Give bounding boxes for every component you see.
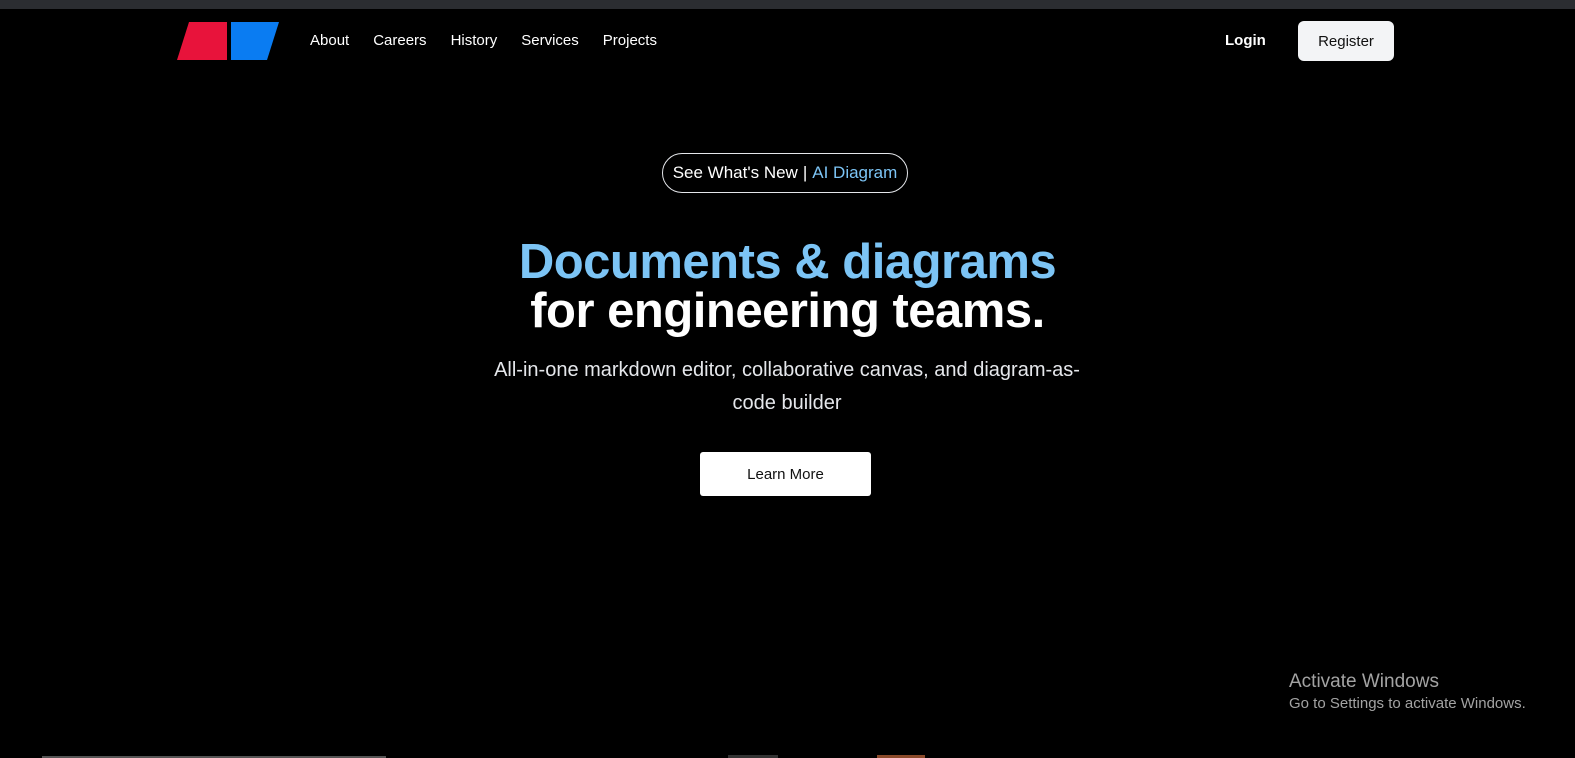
activate-windows-watermark: Activate Windows Go to Settings to activ… bbox=[1289, 670, 1526, 714]
primary-nav: About Careers History Services Projects bbox=[310, 31, 681, 51]
nav-link-careers[interactable]: Careers bbox=[373, 31, 426, 51]
headline-line-2: for engineering teams. bbox=[530, 284, 1045, 338]
nav-link-about[interactable]: About bbox=[310, 31, 349, 51]
nav-link-services[interactable]: Services bbox=[521, 31, 579, 51]
learn-more-button[interactable]: Learn More bbox=[700, 452, 871, 496]
hero-subtitle: All-in-one markdown editor, collaborativ… bbox=[494, 359, 1080, 414]
headline-line-1: Documents & diagrams bbox=[518, 235, 1057, 289]
ai-diagram-label: AI Diagram bbox=[812, 163, 898, 182]
activate-windows-subtitle: Go to Settings to activate Windows. bbox=[1289, 695, 1526, 712]
brand-logo[interactable] bbox=[177, 22, 279, 60]
browser-top-strip bbox=[0, 0, 1575, 9]
badge-separator: | bbox=[802, 163, 808, 182]
whats-new-badge[interactable]: See What's New | AI Diagram bbox=[662, 153, 908, 193]
login-link[interactable]: Login bbox=[1225, 31, 1266, 51]
nav-link-projects[interactable]: Projects bbox=[603, 31, 657, 51]
hero-headline: Documents & diagrams for engineering tea… bbox=[0, 238, 1575, 336]
parallelogram-logo-icon bbox=[177, 22, 279, 60]
whats-new-label: See What's New bbox=[672, 163, 798, 182]
nav-link-history[interactable]: History bbox=[451, 31, 498, 51]
navbar: About Careers History Services Projects … bbox=[0, 9, 1575, 73]
register-button[interactable]: Register bbox=[1298, 21, 1394, 61]
activate-windows-title: Activate Windows bbox=[1289, 671, 1439, 692]
